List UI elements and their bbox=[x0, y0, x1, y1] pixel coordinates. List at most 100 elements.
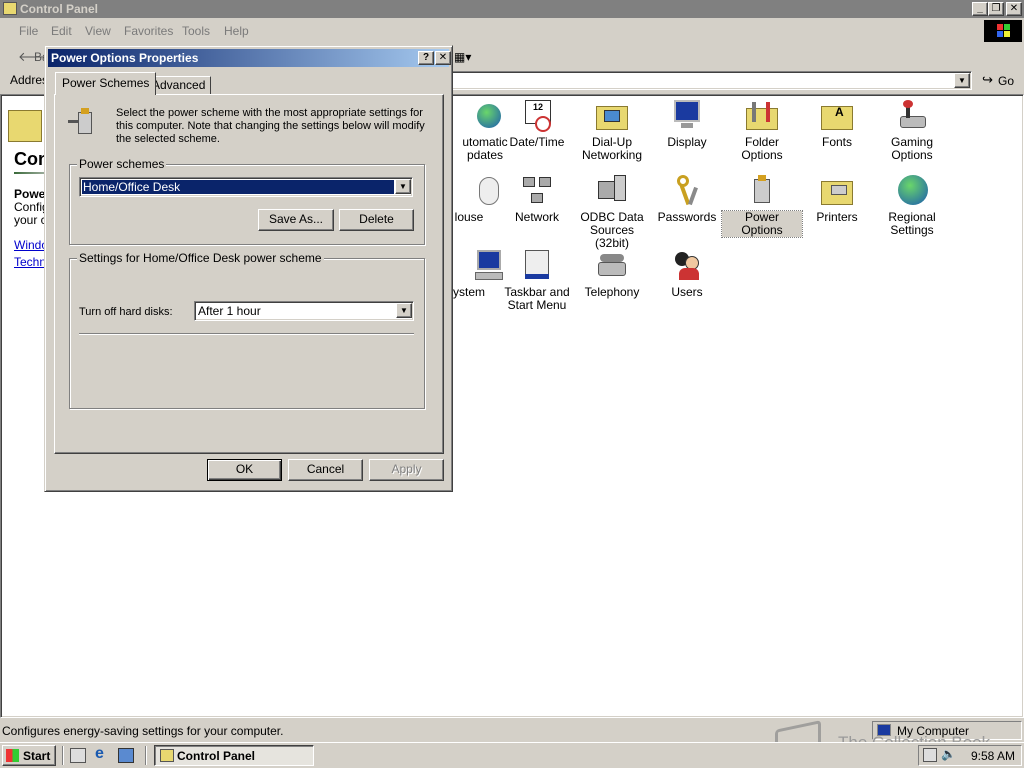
cp-item-fonts[interactable]: A Fonts bbox=[797, 100, 877, 149]
show-desktop-icon[interactable] bbox=[70, 748, 86, 763]
outlook-express-icon[interactable] bbox=[118, 748, 134, 763]
power-schemes-group-label: Power schemes bbox=[77, 157, 167, 171]
minimize-button[interactable]: _ bbox=[972, 2, 988, 16]
cp-item-printers[interactable]: Printers bbox=[797, 175, 877, 224]
control-panel-task-icon bbox=[160, 749, 174, 762]
power-plug-icon bbox=[746, 175, 778, 207]
fonts-folder-icon: A bbox=[821, 100, 853, 132]
task-separator bbox=[145, 746, 147, 765]
users-icon bbox=[671, 250, 703, 282]
ok-button[interactable]: OK bbox=[207, 459, 282, 481]
close-button[interactable]: ✕ bbox=[1006, 2, 1022, 16]
tab-power-schemes[interactable]: Power Schemes bbox=[55, 72, 157, 95]
cp-label: ystem bbox=[452, 285, 485, 299]
dialog-description-2: this computer. Note that changing the se… bbox=[116, 120, 425, 132]
dialog-titlebar[interactable]: Power Options Properties ? ✕ bbox=[48, 49, 451, 67]
keys-icon bbox=[671, 175, 703, 207]
tray-icon-scheduler[interactable] bbox=[923, 748, 937, 762]
menu-help[interactable]: Help bbox=[224, 24, 249, 38]
tray-clock[interactable]: 9:58 AM bbox=[971, 749, 1015, 763]
cp-label: Gaming Options bbox=[890, 135, 934, 162]
help-button[interactable]: ? bbox=[418, 51, 434, 65]
left-pane-link-windows[interactable]: Windo bbox=[14, 238, 48, 252]
address-dropdown-arrow[interactable]: ▼ bbox=[954, 73, 970, 88]
cp-item-gaming-options[interactable]: Gaming Options bbox=[872, 100, 952, 162]
cp-item-display[interactable]: Display bbox=[647, 100, 727, 149]
telephone-icon bbox=[596, 250, 628, 282]
cp-label: Network bbox=[514, 210, 559, 224]
dialog-title: Power Options Properties bbox=[51, 51, 199, 65]
delete-button[interactable]: Delete bbox=[339, 209, 414, 231]
dialup-folder-icon bbox=[596, 100, 628, 132]
cp-label: louse bbox=[454, 210, 484, 224]
go-arrow-icon[interactable]: ↪ bbox=[982, 72, 993, 88]
folder-options-icon bbox=[746, 100, 778, 132]
address-label: Addres bbox=[10, 73, 49, 87]
go-button[interactable]: Go bbox=[998, 74, 1014, 88]
cp-item-dial-up-networking[interactable]: Dial-Up Networking bbox=[572, 100, 652, 162]
system-tray: 🔈 9:58 AM bbox=[918, 745, 1022, 766]
control-panel-large-icon bbox=[8, 110, 42, 142]
cp-item-passwords[interactable]: Passwords bbox=[647, 175, 727, 224]
views-icon[interactable]: ▦▾ bbox=[454, 50, 471, 64]
odbc-icon bbox=[596, 175, 628, 207]
monitor-icon bbox=[671, 100, 703, 132]
cancel-button[interactable]: Cancel bbox=[288, 459, 363, 481]
cp-item-network[interactable]: Network bbox=[497, 175, 577, 224]
printers-folder-icon bbox=[821, 175, 853, 207]
hard-disk-select[interactable]: After 1 hour ▼ bbox=[194, 301, 414, 321]
cp-item-power-options[interactable]: Power Options bbox=[721, 175, 803, 238]
network-icon bbox=[521, 175, 553, 207]
dialog-description-1: Select the power scheme with the most ap… bbox=[116, 107, 423, 119]
taskbar-button-control-panel[interactable]: Control Panel bbox=[154, 745, 314, 766]
cp-label: ODBC Data Sources (32bit) bbox=[580, 210, 644, 250]
settings-divider bbox=[79, 333, 414, 335]
apply-button[interactable]: Apply bbox=[369, 459, 444, 481]
menu-favorites[interactable]: Favorites bbox=[124, 24, 173, 38]
control-panel-title-icon bbox=[3, 2, 17, 15]
left-pane-desc-2: your c bbox=[14, 213, 47, 227]
restore-button[interactable]: ❐ bbox=[988, 2, 1004, 16]
menu-edit[interactable]: Edit bbox=[51, 24, 72, 38]
menu-view[interactable]: View bbox=[85, 24, 111, 38]
menu-tools[interactable]: Tools bbox=[182, 24, 210, 38]
cp-label: Telephony bbox=[584, 285, 640, 299]
internet-explorer-icon[interactable]: e bbox=[95, 745, 104, 763]
cp-item-regional-settings[interactable]: Regional Settings bbox=[872, 175, 952, 237]
cp-label: Passwords bbox=[657, 210, 717, 224]
menu-file[interactable]: File bbox=[19, 24, 38, 38]
cp-item-date-time[interactable]: 12 Date/Time bbox=[497, 100, 577, 149]
joystick-icon bbox=[896, 100, 928, 132]
left-pane-divider bbox=[14, 172, 44, 174]
start-label: Start bbox=[23, 749, 51, 763]
power-scheme-select[interactable]: Home/Office Desk ▼ bbox=[79, 177, 413, 197]
hard-disk-label: Turn off hard disks: bbox=[79, 306, 173, 318]
chevron-down-icon[interactable]: ▼ bbox=[395, 179, 411, 194]
taskbar-button-label: Control Panel bbox=[177, 749, 256, 763]
windows-logo-icon bbox=[984, 20, 1022, 42]
power-options-dialog: Power Options Properties ? ✕ Power Schem… bbox=[44, 45, 453, 492]
globe-icon bbox=[896, 175, 928, 207]
cp-item-odbc[interactable]: ODBC Data Sources (32bit) bbox=[572, 175, 652, 250]
status-text: Configures energy-saving settings for yo… bbox=[2, 724, 284, 738]
cp-item-taskbar-start-menu[interactable]: Taskbar and Start Menu bbox=[497, 250, 577, 312]
cp-item-users[interactable]: Users bbox=[647, 250, 727, 299]
dialog-close-button[interactable]: ✕ bbox=[435, 51, 451, 65]
chevron-down-icon[interactable]: ▼ bbox=[396, 303, 412, 318]
scheme-settings-group-label: Settings for Home/Office Desk power sche… bbox=[77, 251, 324, 265]
start-button[interactable]: Start bbox=[2, 745, 56, 766]
quicklaunch-separator bbox=[62, 746, 64, 765]
cp-item-telephony[interactable]: Telephony bbox=[572, 250, 652, 299]
save-as-button[interactable]: Save As... bbox=[258, 209, 334, 231]
main-titlebar[interactable]: Control Panel _ ❐ ✕ bbox=[0, 0, 1024, 18]
cp-label: Taskbar and Start Menu bbox=[504, 285, 570, 312]
cp-label: Dial-Up Networking bbox=[581, 135, 643, 162]
power-scheme-icon bbox=[68, 108, 98, 138]
volume-icon[interactable]: 🔈 bbox=[941, 747, 956, 761]
dialog-description-3: the selected scheme. bbox=[116, 133, 220, 145]
cp-item-folder-options[interactable]: Folder Options bbox=[722, 100, 802, 162]
computer-icon bbox=[449, 250, 503, 282]
cp-label: Regional Settings bbox=[888, 210, 936, 237]
taskbar-icon bbox=[521, 250, 553, 282]
cp-label: Display bbox=[667, 135, 707, 149]
